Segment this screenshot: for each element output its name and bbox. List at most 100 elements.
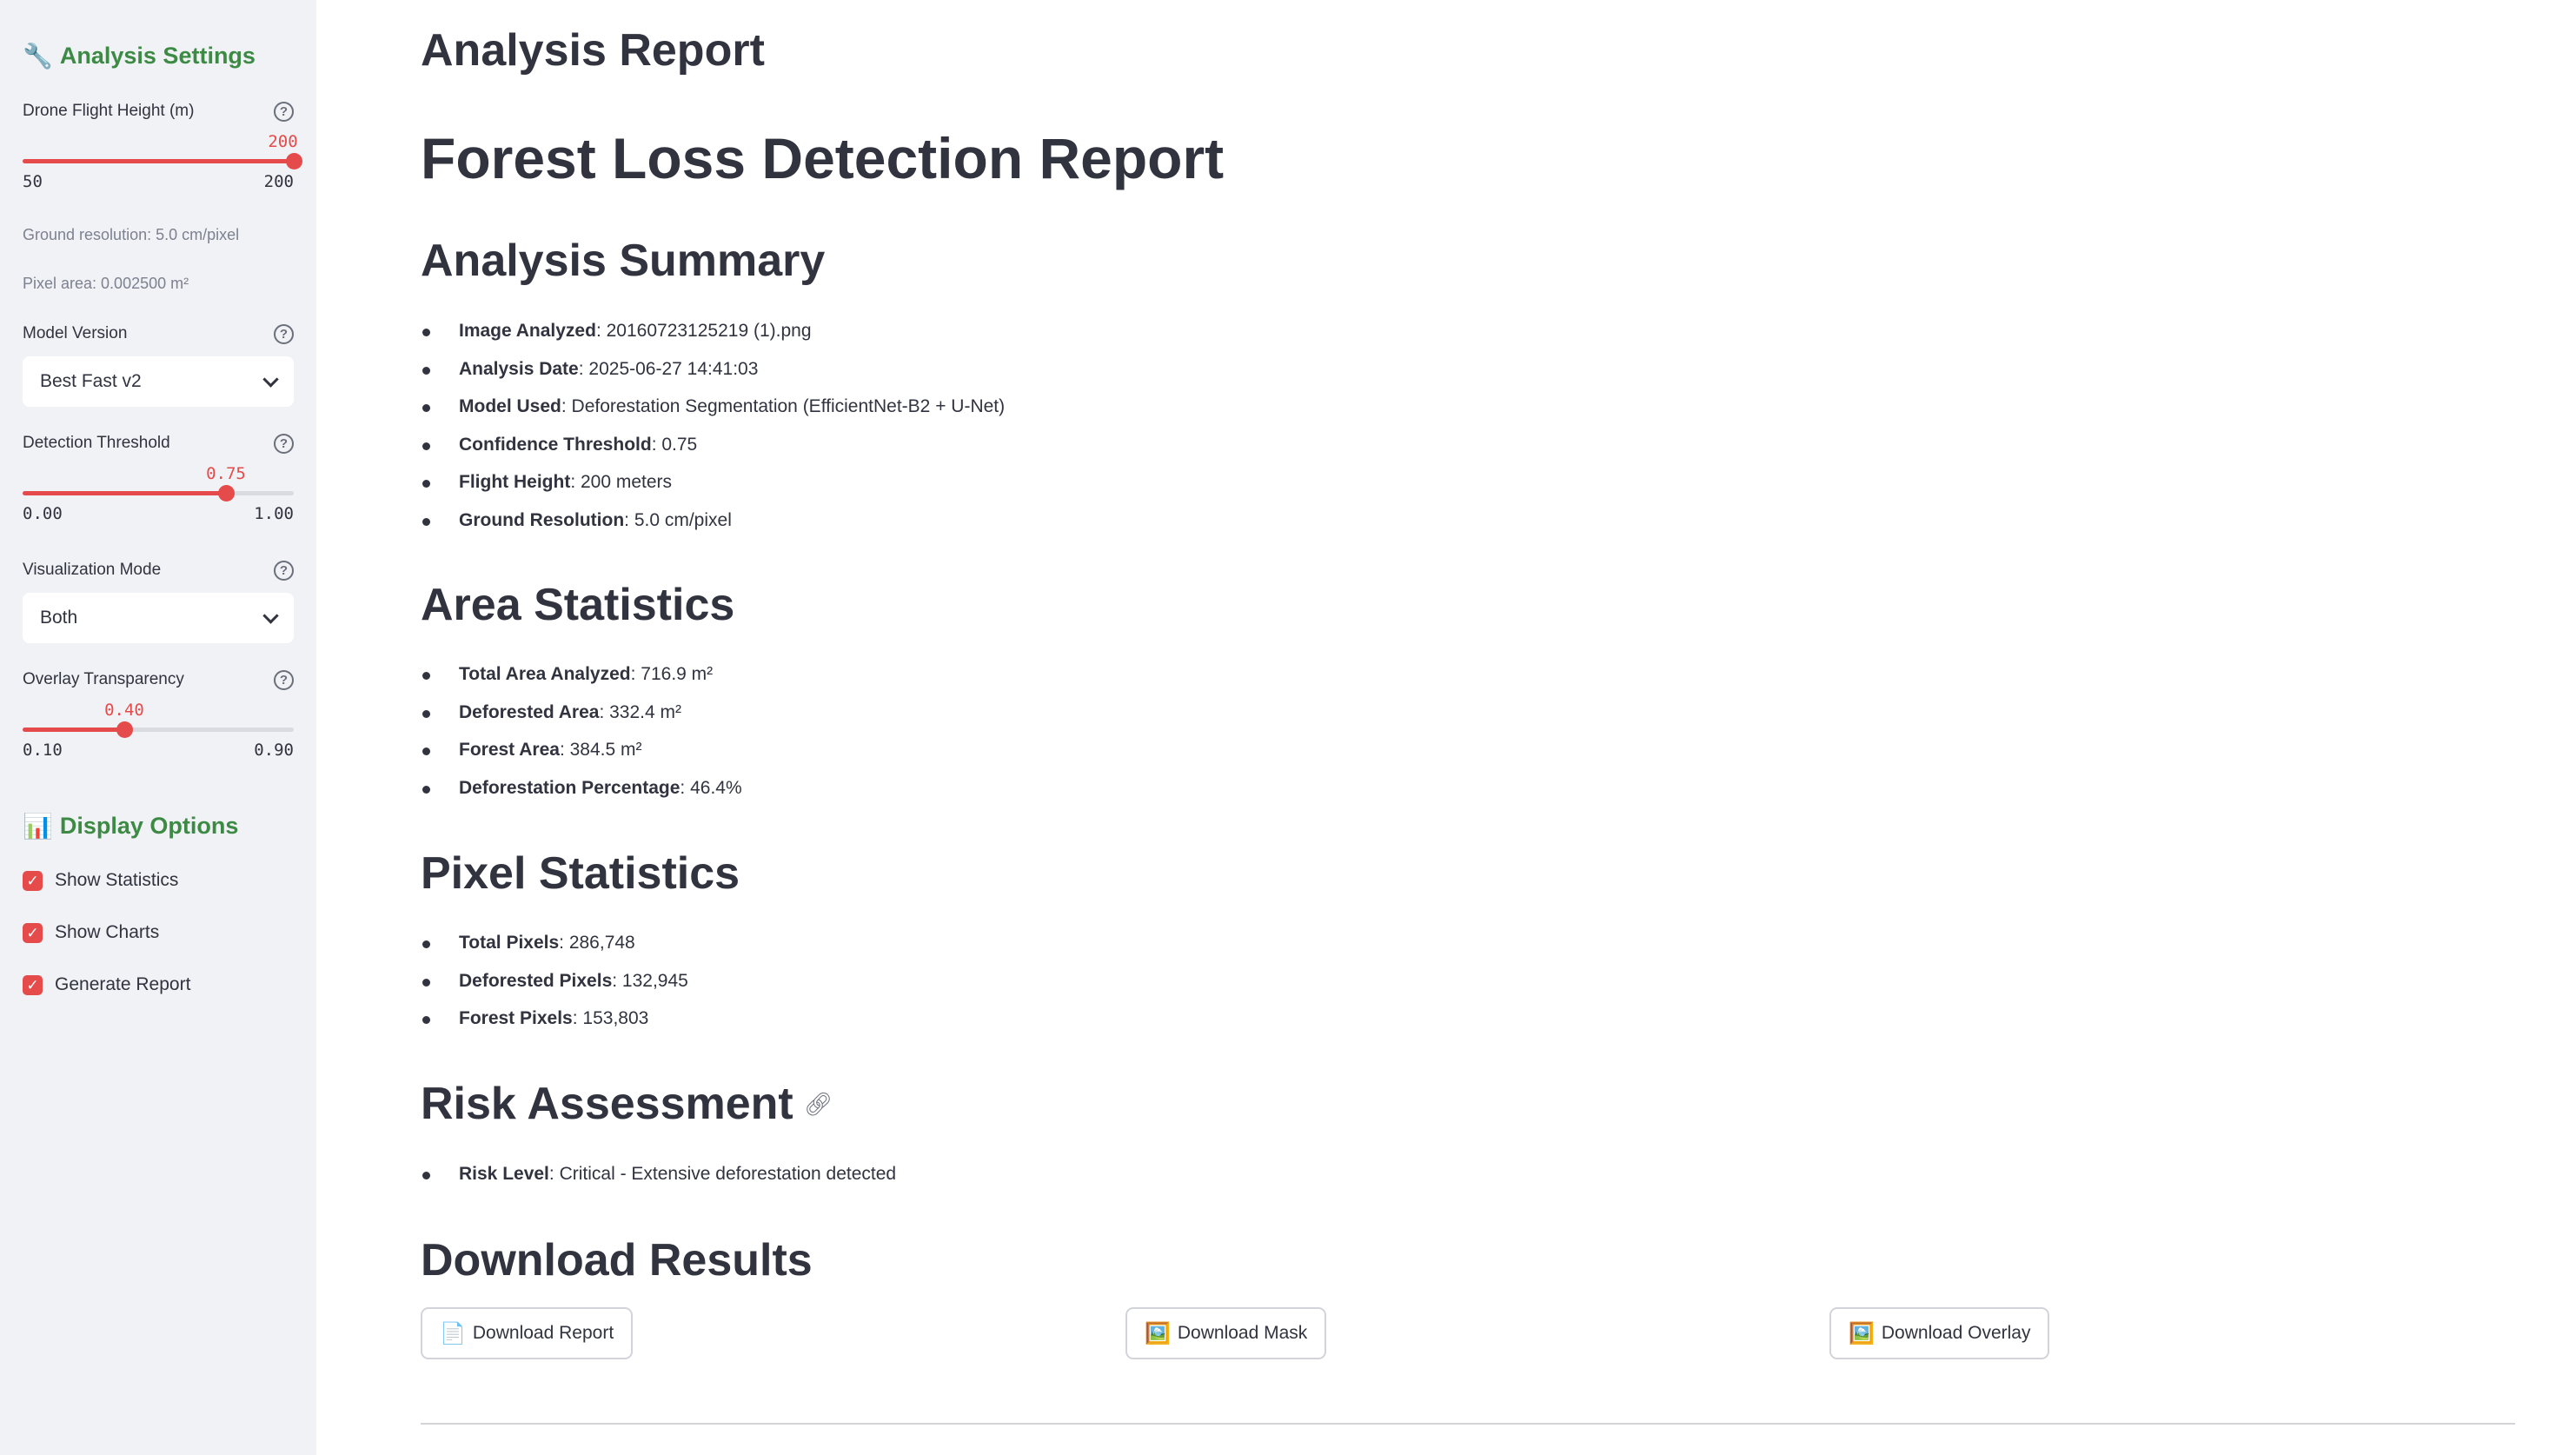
list-item: Model Used: Deforestation Segmentation (… [421,388,1005,426]
item-value: : 46.4% [680,777,742,798]
link-icon[interactable]: 🔗︎ [804,1091,833,1118]
slider-current-value: 200 [268,132,298,151]
display-options-header: 📊 Display Options [23,812,238,840]
wrench-icon: 🔧 [23,42,53,70]
list-item: Deforestation Percentage: 46.4% [421,769,742,807]
bar-chart-icon: 📊 [23,812,53,840]
risk-assessment-heading: Risk Assessment 🔗︎ [421,1078,833,1130]
item-value: : 384.5 m² [559,740,642,760]
list-item: Deforested Pixels: 132,945 [421,962,688,1000]
slider-max-label: 200 [263,172,294,191]
detection-threshold-label: Detection Threshold [23,434,170,452]
image-icon: 🖼️ [1849,1321,1875,1345]
visualization-mode-value: Both [40,608,78,628]
help-icon[interactable]: ? [274,669,294,690]
help-icon[interactable]: ? [274,560,294,581]
button-label: Download Report [472,1323,614,1343]
item-value: : 5.0 cm/pixel [624,509,732,530]
help-icon[interactable]: ? [274,323,294,344]
risk-assessment-list: Risk Level: Critical - Extensive defores… [421,1155,896,1193]
flight-height-slider[interactable]: 200 50 200 [23,132,302,191]
analysis-summary-heading: Analysis Summary [421,235,825,287]
item-value: : Critical - Extensive deforestation det… [548,1164,897,1184]
model-version-label: Model Version [23,324,128,342]
slider-thumb[interactable] [116,721,133,738]
page-title: Analysis Report [421,25,765,76]
document-icon: 📄 [440,1321,466,1345]
list-item: Confidence Threshold: 0.75 [421,426,1005,464]
model-version-label-row: Model Version ? [23,322,294,346]
ground-resolution-caption: Ground resolution: 5.0 cm/pixel [23,226,240,243]
list-item: Total Area Analyzed: 716.9 m² [421,655,742,694]
image-icon: 🖼️ [1145,1321,1171,1345]
analysis-settings-title: Analysis Settings [59,43,256,69]
show-charts-checkbox[interactable]: ✓ Show Charts [23,922,159,943]
detection-threshold-slider[interactable]: 0.75 0.00 1.00 [23,464,294,523]
main-content: Analysis Report Forest Loss Detection Re… [316,0,2576,1455]
pixel-area-caption: Pixel area: 0.002500 m² [23,275,189,292]
help-icon[interactable]: ? [274,101,294,122]
slider-min-label: 0.10 [23,741,63,760]
download-report-button[interactable]: 📄 Download Report [421,1307,634,1359]
chevron-down-icon [262,370,279,388]
slider-current-value: 0.40 [104,701,144,720]
slider-max-label: 1.00 [254,504,294,523]
slider-fill [23,728,124,732]
help-icon[interactable]: ? [274,433,294,454]
pixel-statistics-heading: Pixel Statistics [421,847,740,900]
item-key: Model Used [459,396,561,416]
divider [421,1423,2515,1425]
download-overlay-button[interactable]: 🖼️ Download Overlay [1829,1307,2050,1359]
visualization-mode-label: Visualization Mode [23,561,162,579]
item-key: Total Pixels [459,933,560,953]
overlay-transparency-slider[interactable]: 0.40 0.10 0.90 [23,701,294,760]
item-value: : 286,748 [559,933,635,953]
item-value: : 0.75 [651,434,698,455]
chevron-down-icon [262,607,279,624]
item-value: : 20160723125219 (1).png [595,321,812,341]
item-value: : 2025-06-27 14:41:03 [578,358,759,379]
checkbox-label: Show Statistics [55,870,179,890]
section-heading-text: Area Statistics [421,580,735,630]
item-key: Ground Resolution [459,509,625,530]
slider-thumb[interactable] [286,153,302,169]
list-item: Forest Pixels: 153,803 [421,1000,688,1038]
list-item: Flight Height: 200 meters [421,463,1005,502]
slider-current-value: 0.75 [206,464,246,483]
pixel-statistics-list: Total Pixels: 286,748 Deforested Pixels:… [421,924,688,1038]
item-key: Forest Pixels [459,1008,573,1028]
button-label: Download Overlay [1881,1323,2031,1343]
item-value: : 132,945 [612,970,688,991]
area-statistics-list: Total Area Analyzed: 716.9 m² Deforested… [421,655,742,807]
display-options-title: Display Options [59,813,239,839]
checkbox-label: Generate Report [55,974,191,994]
item-key: Deforestation Percentage [459,777,681,798]
list-item: Analysis Date: 2025-06-27 14:41:03 [421,350,1005,389]
item-key: Forest Area [459,740,560,760]
show-statistics-checkbox[interactable]: ✓ Show Statistics [23,870,178,891]
slider-thumb[interactable] [218,485,235,502]
generate-report-checkbox[interactable]: ✓ Generate Report [23,974,190,995]
section-heading-text: Download Results [421,1235,813,1286]
visualization-mode-label-row: Visualization Mode ? [23,558,294,582]
model-version-value: Best Fast v2 [40,371,142,391]
checkbox-checked-icon[interactable]: ✓ [23,922,43,943]
list-item: Image Analyzed: 20160723125219 (1).png [421,312,1005,350]
detection-threshold-label-row: Detection Threshold ? [23,431,294,455]
item-key: Flight Height [459,472,571,492]
area-statistics-heading: Area Statistics [421,579,734,631]
item-value: : 332.4 m² [599,701,681,722]
list-item: Total Pixels: 286,748 [421,924,688,962]
report-title: Forest Loss Detection Report [421,126,1225,190]
item-value: : 200 meters [570,472,673,492]
model-version-select[interactable]: Best Fast v2 [23,356,294,407]
slider-max-label: 0.90 [254,741,294,760]
item-key: Risk Level [459,1164,549,1184]
checkbox-checked-icon[interactable]: ✓ [23,870,43,891]
visualization-mode-select[interactable]: Both [23,593,294,643]
sidebar: 🔧 Analysis Settings Drone Flight Height … [0,0,316,1455]
item-value: : Deforestation Segmentation (EfficientN… [561,396,1006,416]
checkbox-checked-icon[interactable]: ✓ [23,974,43,995]
item-key: Deforested Pixels [459,970,613,991]
download-mask-button[interactable]: 🖼️ Download Mask [1125,1307,1327,1359]
